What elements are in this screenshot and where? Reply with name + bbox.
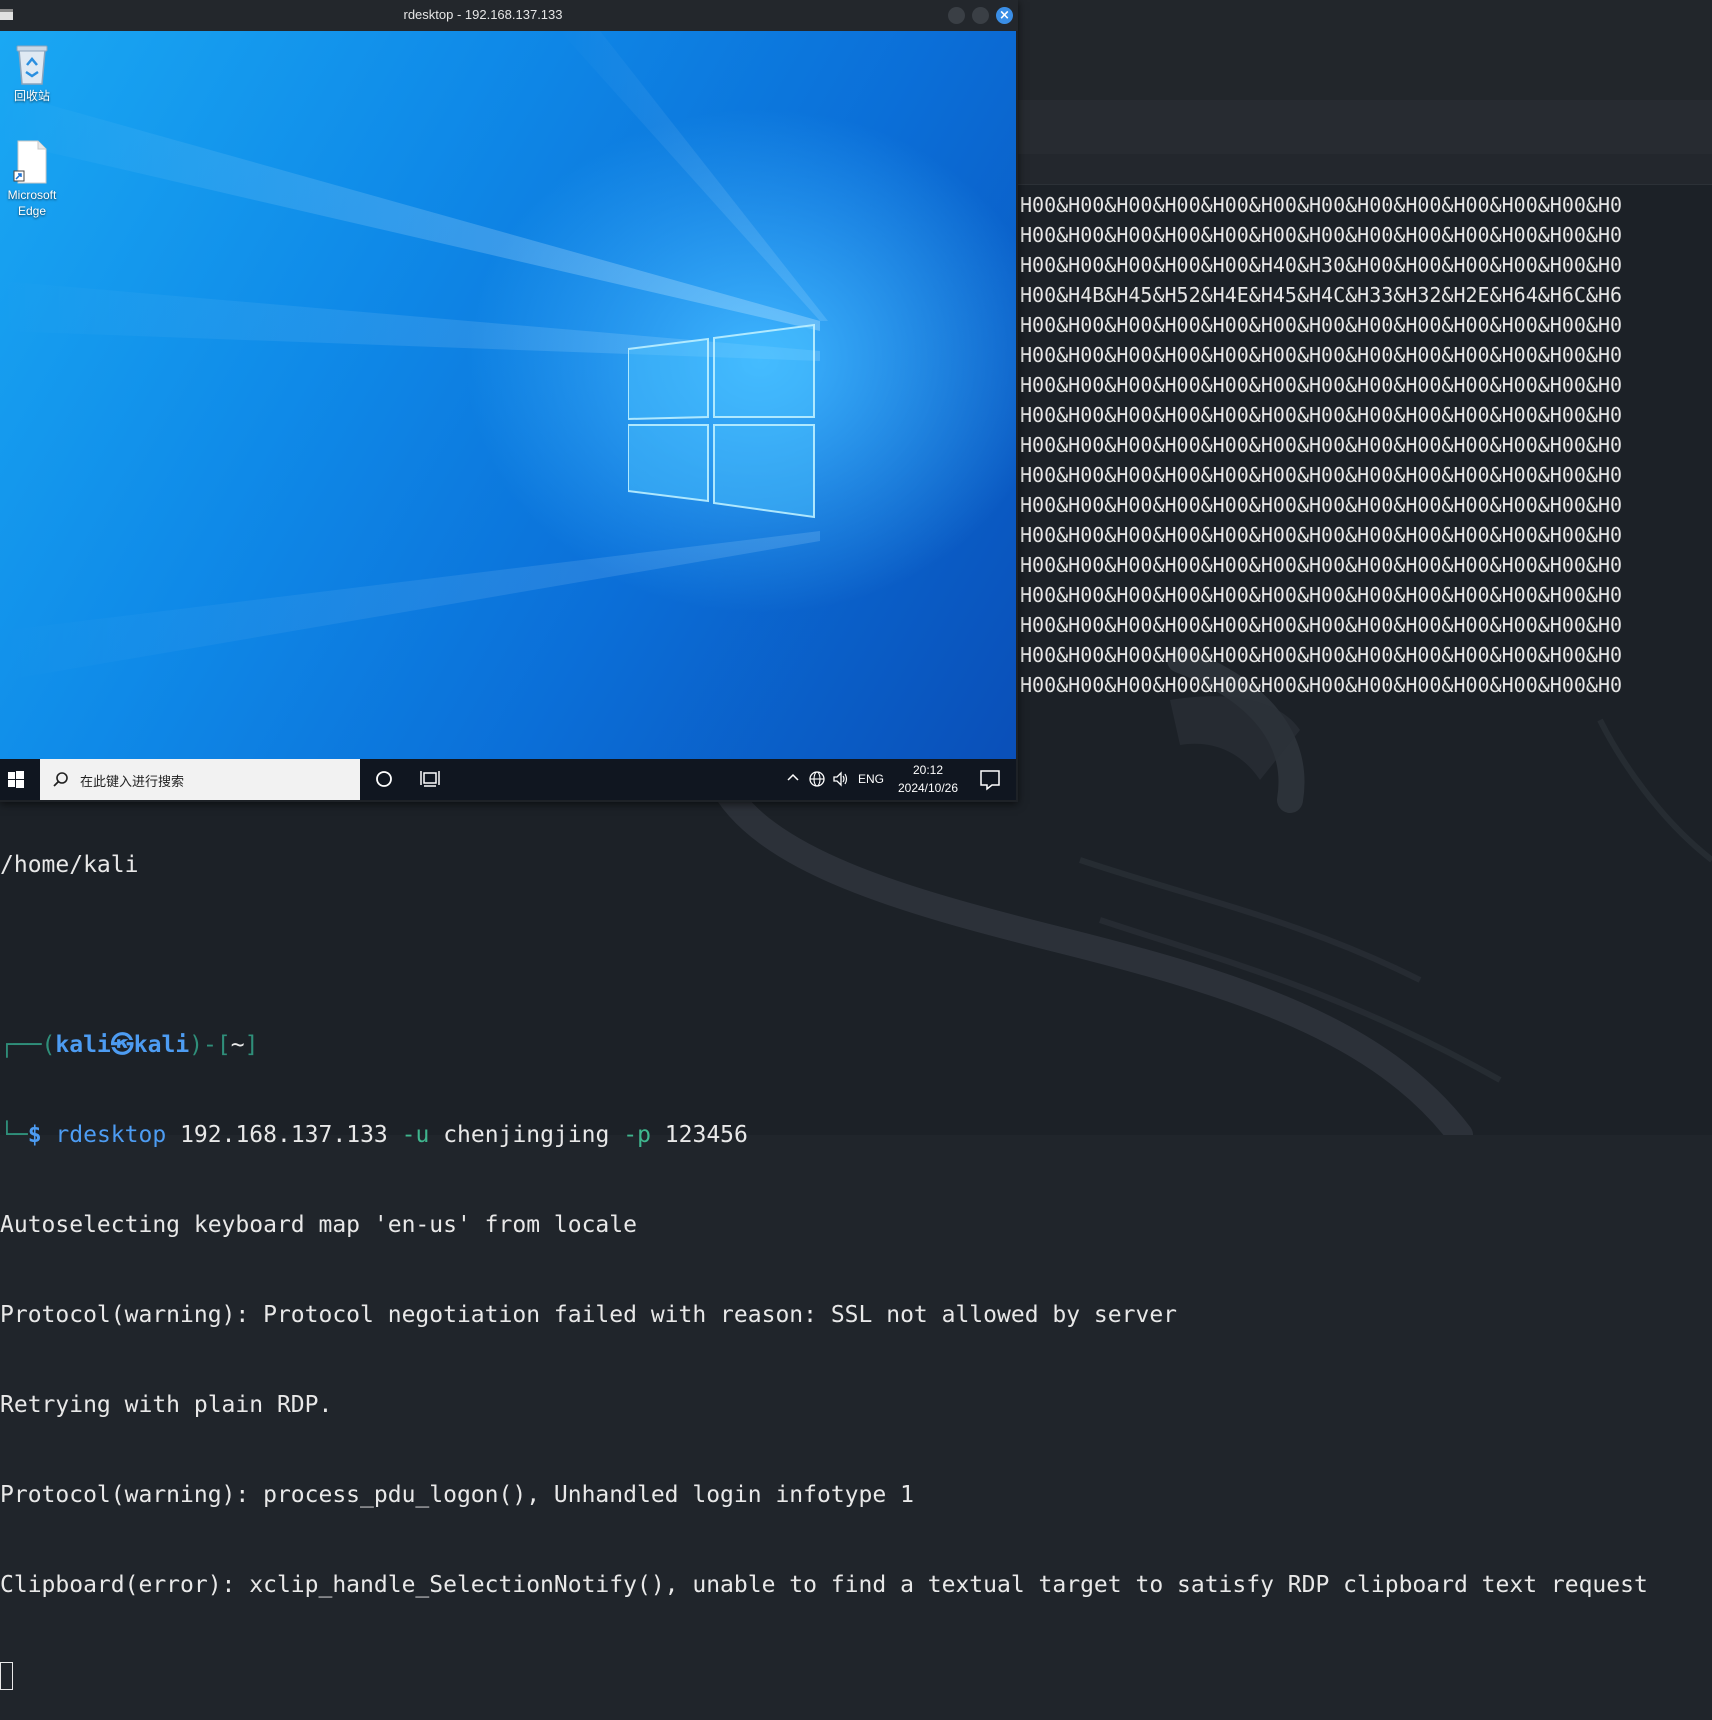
search-icon <box>53 772 68 787</box>
prompt-line: ┌──(kali㉿kali)-[~] <box>0 1032 259 1058</box>
hex-output-line: H00&H00&H00&H00&H00&H40&H30&H00&H00&H00&… <box>1020 253 1623 277</box>
maximize-button[interactable] <box>972 7 989 24</box>
hex-output-line: H00&H00&H00&H00&H00&H00&H00&H00&H00&H00&… <box>1020 583 1623 607</box>
terminal-cursor-line[interactable] <box>0 1660 1712 1690</box>
task-view-icon <box>420 771 440 787</box>
desktop-icon-microsoft-edge[interactable]: Microsoft Edge <box>0 139 64 219</box>
hex-output-line: H00&H00&H00&H00&H00&H00&H00&H00&H00&H00&… <box>1020 673 1623 697</box>
window-titlebar[interactable]: rdesktop - 192.168.137.133 × <box>0 0 1018 31</box>
volume-icon[interactable] <box>832 770 850 792</box>
task-view-button[interactable] <box>418 759 466 800</box>
window-title: rdesktop - 192.168.137.133 <box>403 7 563 22</box>
terminal-line: /home/kali <box>0 852 139 878</box>
output-line: Protocol(warning): Protocol negotiation … <box>0 1302 1178 1328</box>
minimize-button[interactable] <box>948 7 965 24</box>
wallpaper-light-rays <box>0 31 828 681</box>
command-line: └─$ rdesktop 192.168.137.133 -u chenjing… <box>0 1122 748 1148</box>
hex-output-line: H00&H00&H00&H00&H00&H00&H00&H00&H00&H00&… <box>1020 523 1623 547</box>
output-line: Protocol(warning): process_pdu_logon(), … <box>0 1482 914 1508</box>
hex-output-line: H00&H00&H00&H00&H00&H00&H00&H00&H00&H00&… <box>1020 373 1623 397</box>
output-line: Autoselecting keyboard map 'en-us' from … <box>0 1212 637 1238</box>
taskbar-search-box[interactable]: 在此键入进行搜索 <box>40 759 360 800</box>
output-line: Clipboard(error): xclip_handle_Selection… <box>0 1572 1648 1598</box>
terminal-cursor <box>0 1661 13 1690</box>
close-button[interactable]: × <box>996 7 1013 24</box>
prompt-dir: ~ <box>230 1032 245 1058</box>
prompt-host: kali <box>133 1032 190 1058</box>
windows-logo-wallpaper <box>628 323 815 519</box>
hex-output-line: H00&H00&H00&H00&H00&H00&H00&H00&H00&H00&… <box>1020 343 1623 367</box>
output-line: Retrying with plain RDP. <box>0 1392 333 1418</box>
search-placeholder: 在此键入进行搜索 <box>80 774 185 789</box>
hex-output-line: H00&H00&H00&H00&H00&H00&H00&H00&H00&H00&… <box>1020 433 1623 457</box>
cortana-circle-icon <box>376 771 392 787</box>
desktop-icon-label: 回收站 <box>13 89 50 103</box>
kali-at-icon: ㉿ <box>110 1032 134 1058</box>
network-globe-icon[interactable] <box>808 770 826 792</box>
rdesktop-window[interactable]: rdesktop - 192.168.137.133 × 回收站 Microso… <box>0 0 1018 802</box>
recycle-bin-icon <box>16 45 48 85</box>
clock-date[interactable]: 2024/10/26 <box>888 781 968 795</box>
edge-shortcut-icon <box>13 140 47 184</box>
action-center-button[interactable] <box>970 759 1010 800</box>
hex-output-line: H00&H00&H00&H00&H00&H00&H00&H00&H00&H00&… <box>1020 223 1623 247</box>
prompt-user: kali <box>55 1032 111 1058</box>
hex-output-line: H00&H00&H00&H00&H00&H00&H00&H00&H00&H00&… <box>1020 193 1623 217</box>
windows-start-icon <box>8 771 24 788</box>
desktop-icon-recycle-bin[interactable]: 回收站 <box>0 40 64 104</box>
windows-desktop[interactable]: 回收站 Microsoft Edge <box>0 31 1016 759</box>
command-program: rdesktop <box>55 1122 167 1148</box>
hex-output-line: H00&H00&H00&H00&H00&H00&H00&H00&H00&H00&… <box>1020 403 1623 427</box>
terminal-output: /home/kali ┌──(kali㉿kali)-[~] └─$ rdeskt… <box>0 790 1712 1720</box>
hex-output-line: H00&H00&H00&H00&H00&H00&H00&H00&H00&H00&… <box>1020 463 1623 487</box>
hex-output-line: H00&H00&H00&H00&H00&H00&H00&H00&H00&H00&… <box>1020 313 1623 337</box>
close-icon: × <box>999 8 1010 23</box>
hex-output-line: H00&H00&H00&H00&H00&H00&H00&H00&H00&H00&… <box>1020 643 1623 667</box>
hex-output-line: H00&H00&H00&H00&H00&H00&H00&H00&H00&H00&… <box>1020 553 1623 577</box>
notification-icon <box>980 770 1000 791</box>
cortana-button[interactable] <box>370 759 418 800</box>
start-button[interactable] <box>0 759 40 800</box>
hex-output-line: H00&H00&H00&H00&H00&H00&H00&H00&H00&H00&… <box>1020 613 1623 637</box>
chevron-up-icon[interactable] <box>786 770 800 788</box>
hex-output-block: H00&H00&H00&H00&H00&H00&H00&H00&H00&H00&… <box>1020 190 1712 700</box>
hex-output-line: H00&H4B&H45&H52&H4E&H45&H4C&H33&H32&H2E&… <box>1020 283 1623 307</box>
hex-output-line: H00&H00&H00&H00&H00&H00&H00&H00&H00&H00&… <box>1020 493 1623 517</box>
windows-taskbar: 在此键入进行搜索 ENG 20:12 2024/10/26 <box>0 759 1016 800</box>
input-language-indicator[interactable]: ENG <box>858 772 884 786</box>
desktop-icon-label: Microsoft Edge <box>7 188 57 218</box>
clock-time[interactable]: 20:12 <box>893 763 963 777</box>
